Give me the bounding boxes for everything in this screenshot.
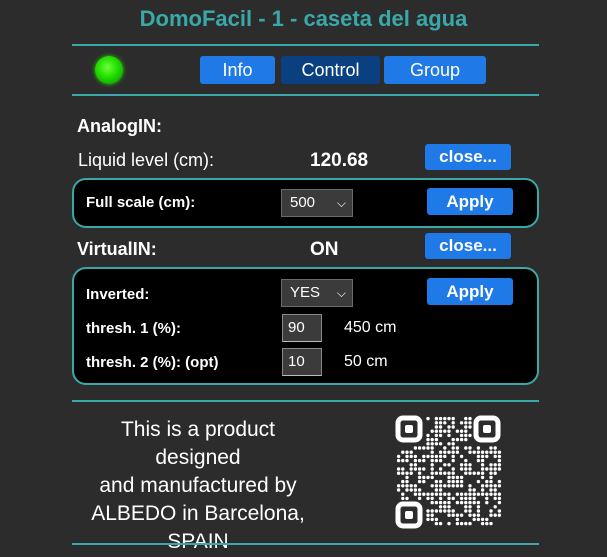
footer-line-4: SPAIN — [167, 530, 229, 553]
thresh2-unit: 50 cm — [344, 353, 388, 370]
virtual-close-button[interactable]: close... — [425, 233, 511, 259]
virtual-heading: VirtualIN: — [77, 239, 157, 259]
liquid-level-label: Liquid level (cm): — [78, 150, 215, 170]
full-scale-panel: Full scale (cm): 500 ⌵ Apply — [72, 178, 539, 228]
thresh1-unit: 450 cm — [344, 319, 397, 336]
tabs-divider — [72, 94, 539, 96]
tab-control[interactable]: Control — [281, 56, 380, 84]
virtual-settings-panel: Inverted: YES ⌵ Apply thresh. 1 (%): 90 … — [72, 267, 539, 385]
virtual-apply-button[interactable]: Apply — [427, 278, 513, 305]
qr-code-icon — [395, 415, 502, 529]
analog-heading: AnalogIN: — [77, 116, 162, 136]
full-scale-apply-button[interactable]: Apply — [427, 188, 513, 215]
full-scale-label: Full scale (cm): — [86, 194, 196, 211]
thresh2-label: thresh. 2 (%): (opt) — [86, 354, 219, 371]
chevron-down-icon: ⌵ — [336, 286, 346, 300]
analog-close-button[interactable]: close... — [425, 144, 511, 170]
full-scale-value: 500 — [290, 194, 316, 211]
bottom-divider — [72, 543, 539, 545]
status-led — [95, 56, 123, 84]
inverted-value: YES — [290, 284, 321, 301]
thresh1-input[interactable]: 90 — [282, 314, 322, 342]
footer-line-3: ALBEDO in Barcelona, — [91, 502, 305, 525]
tab-info[interactable]: Info — [200, 56, 275, 84]
page-title: DomoFacil - 1 - caseta del agua — [139, 6, 468, 31]
inverted-select[interactable]: YES ⌵ — [281, 279, 353, 307]
footer-divider — [72, 400, 539, 402]
liquid-level-value: 120.68 — [310, 150, 369, 171]
footer-line-1: This is a product designed — [120, 418, 276, 469]
thresh1-label: thresh. 1 (%): — [86, 320, 182, 337]
full-scale-select[interactable]: 500 ⌵ — [281, 189, 353, 217]
thresh2-input[interactable]: 10 — [282, 348, 322, 376]
footer-credits: This is a product designed and manufactu… — [80, 416, 316, 556]
chevron-down-icon: ⌵ — [336, 196, 346, 210]
tab-group[interactable]: Group — [384, 56, 486, 84]
footer-line-2: and manufactured by — [99, 474, 297, 497]
virtual-state: ON — [310, 239, 339, 260]
top-divider — [72, 44, 539, 46]
inverted-label: Inverted: — [86, 286, 150, 303]
